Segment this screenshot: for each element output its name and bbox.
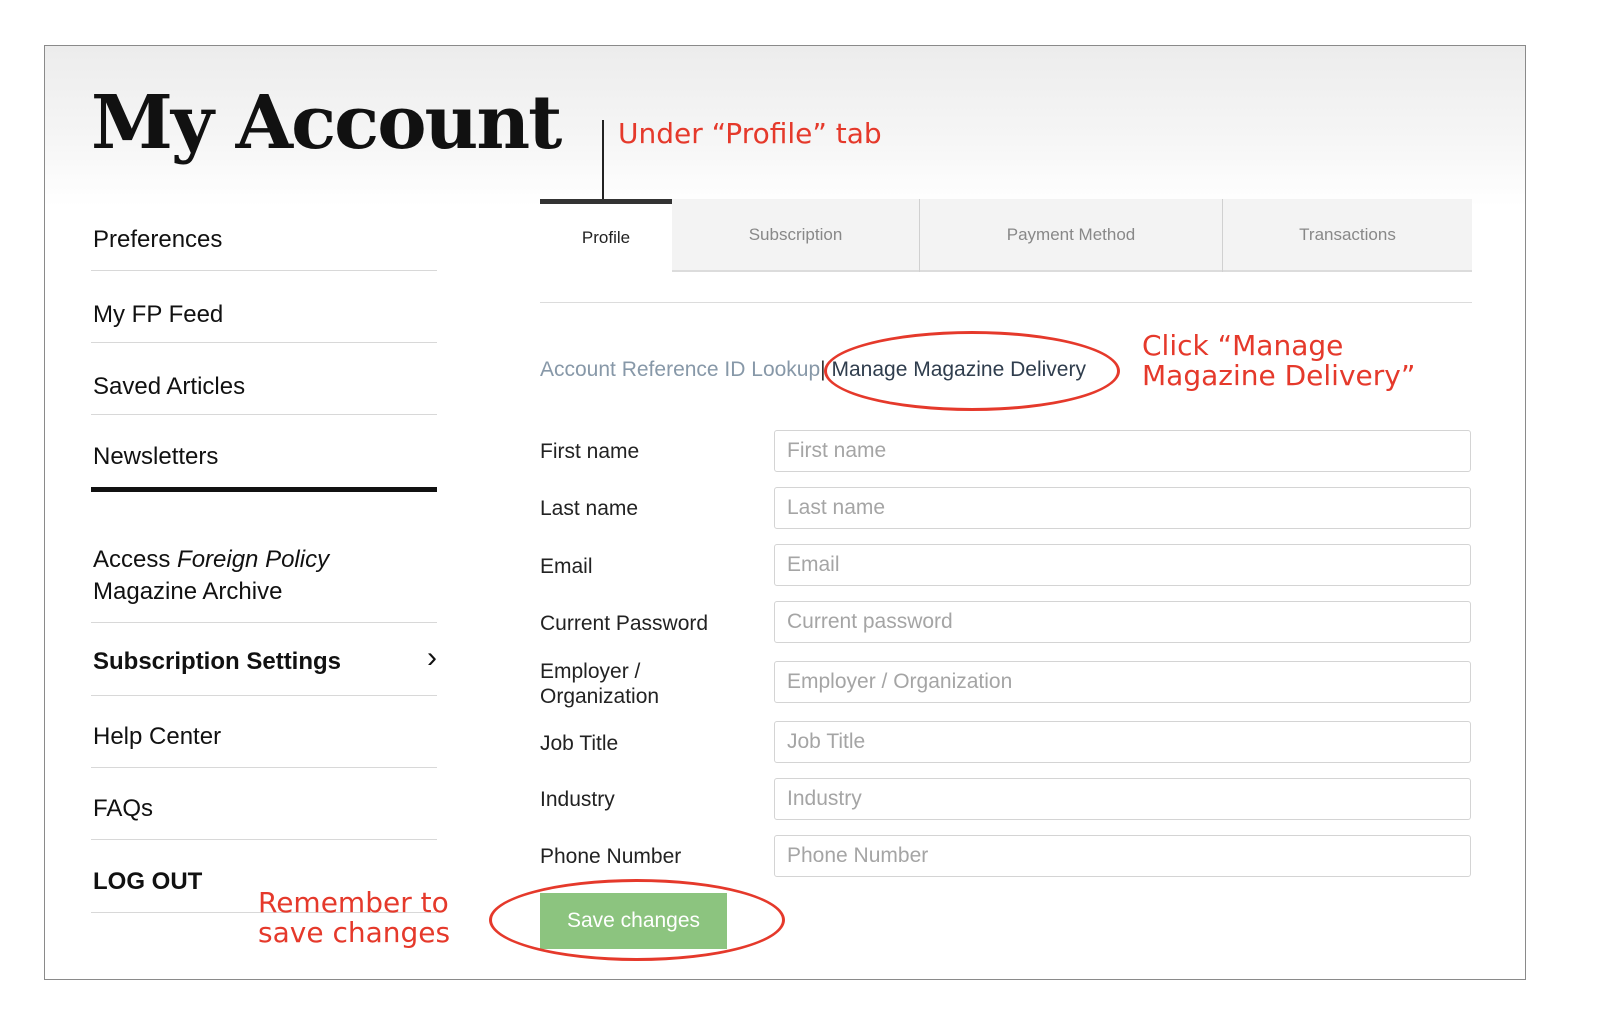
industry-input[interactable]: [774, 778, 1471, 820]
employer-input[interactable]: [774, 661, 1471, 703]
tab-subscription[interactable]: Subscription: [672, 199, 919, 272]
sidebar-item-subscription-settings[interactable]: Subscription Settings ›: [91, 623, 437, 696]
sidebar-item-label: My FP Feed: [93, 301, 224, 328]
employer-label: Employer / Organization: [540, 660, 660, 708]
sidebar-item-label: Access Foreign Policy Magazine Archive: [93, 544, 437, 608]
job-title-label: Job Title: [540, 732, 619, 755]
page-title: My Account: [91, 80, 562, 166]
chevron-right-icon: ›: [427, 641, 437, 674]
sidebar-item-help-center[interactable]: Help Center: [91, 696, 437, 768]
current-password-label: Current Password: [540, 612, 709, 635]
sidebar-item-newsletters[interactable]: Newsletters: [91, 415, 437, 492]
annotation-manage-ellipse: [824, 331, 1120, 411]
sidebar-item-label: Subscription Settings: [93, 648, 342, 675]
annotation-manage-delivery: Click “Manage Magazine Delivery”: [1142, 331, 1415, 391]
account-page: My Account Preferences My FP Feed Saved …: [44, 45, 1526, 980]
first-name-label: First name: [540, 440, 640, 463]
annotation-pointer-line: [602, 120, 604, 199]
sidebar-item-label: Help Center: [93, 723, 222, 750]
archive-label-pre: Access: [93, 546, 178, 573]
section-divider: [540, 302, 1472, 303]
first-name-input[interactable]: [774, 430, 1471, 472]
tab-payment-method[interactable]: Payment Method: [920, 199, 1222, 272]
account-sidebar: Preferences My FP Feed Saved Articles Ne…: [91, 196, 437, 913]
email-input[interactable]: [774, 544, 1471, 586]
phone-number-input[interactable]: [774, 835, 1471, 877]
annotation-line: Magazine Delivery”: [1142, 359, 1416, 392]
tab-transactions[interactable]: Transactions: [1223, 199, 1472, 272]
current-password-input[interactable]: [774, 601, 1471, 643]
sidebar-item-label: Saved Articles: [93, 373, 246, 400]
industry-label: Industry: [540, 788, 615, 811]
phone-number-label: Phone Number: [540, 845, 682, 868]
sidebar-item-label: LOG OUT: [93, 868, 203, 895]
annotation-line: save changes: [258, 916, 451, 949]
last-name-label: Last name: [540, 497, 639, 520]
annotation-save-reminder: Remember to save changes: [258, 888, 450, 948]
sidebar-item-label: FAQs: [93, 795, 154, 822]
sidebar-item-label: Newsletters: [93, 443, 219, 470]
email-label: Email: [540, 555, 593, 578]
archive-label-post: Magazine Archive: [93, 578, 283, 605]
last-name-input[interactable]: [774, 487, 1471, 529]
archive-label-em: Foreign Policy: [177, 546, 330, 573]
sidebar-item-saved-articles[interactable]: Saved Articles: [91, 343, 437, 415]
annotation-save-ellipse: [489, 879, 785, 961]
annotation-profile-tab: Under “Profile” tab: [618, 117, 882, 150]
annotation-line: Click “Manage: [1142, 329, 1344, 362]
account-tabs: Profile Subscription Payment Method Tran…: [540, 199, 1472, 272]
sidebar-item-preferences[interactable]: Preferences: [91, 196, 437, 271]
sidebar-item-magazine-archive[interactable]: Access Foreign Policy Magazine Archive: [91, 492, 437, 623]
sidebar-item-label: Preferences: [93, 226, 223, 253]
account-reference-lookup-link[interactable]: Account Reference ID Lookup: [540, 358, 820, 381]
annotation-line: Remember to: [258, 886, 449, 919]
sidebar-item-my-fp-feed[interactable]: My FP Feed: [91, 271, 437, 343]
tab-profile[interactable]: Profile: [540, 199, 672, 272]
sidebar-item-faqs[interactable]: FAQs: [91, 768, 437, 840]
job-title-input[interactable]: [774, 721, 1471, 763]
